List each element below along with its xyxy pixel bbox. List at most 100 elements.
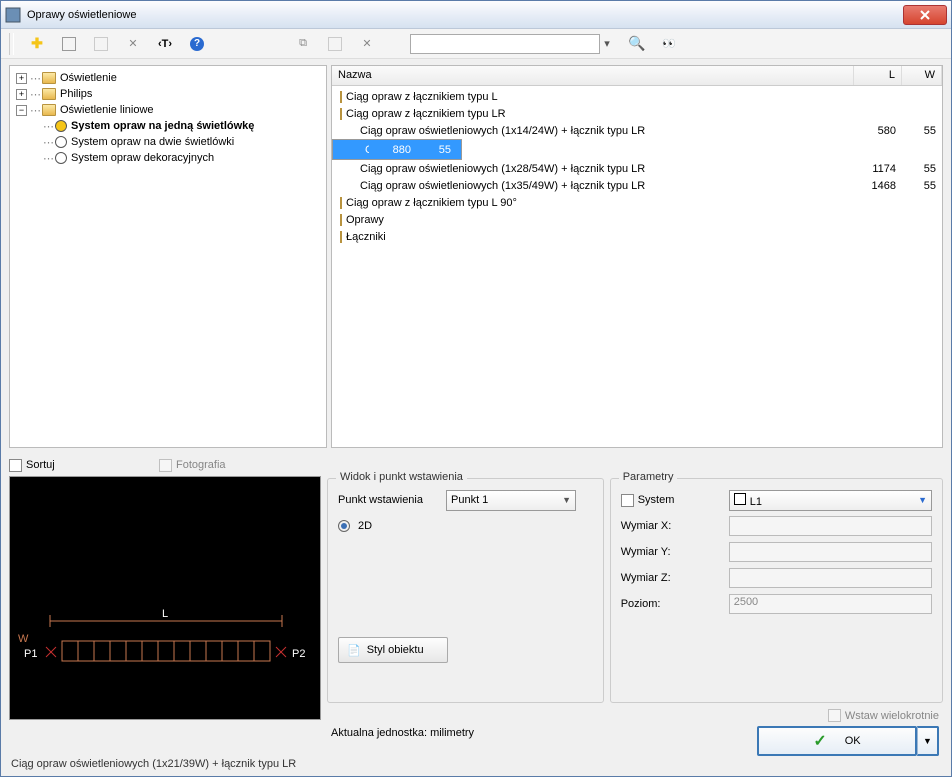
close-button[interactable]	[903, 5, 947, 25]
svg-text:L: L	[162, 608, 168, 620]
list-row[interactable]: Ciąg opraw z łącznikiem typu L	[332, 88, 942, 105]
list-body[interactable]: Ciąg opraw z łącznikiem typu L Ciąg opraw…	[332, 86, 942, 447]
properties-icon	[62, 37, 76, 51]
status-bar: Ciąg opraw oświetleniowych (1x21/39W) + …	[1, 756, 951, 776]
row-name: Ciąg opraw z łącznikiem typu LR	[346, 108, 506, 120]
list-row[interactable]: Ciąg opraw z łącznikiem typu L 90°	[332, 194, 942, 211]
list-row[interactable]: Ciąg opraw oświetleniowych (1x35/49W) + …	[332, 177, 942, 194]
copy-button[interactable]: ⧉	[294, 35, 312, 53]
fotografia-label: Fotografia	[176, 459, 226, 471]
wymiar-y-label: Wymiar Y:	[621, 546, 721, 558]
tree-label: System opraw na dwie świetlówki	[71, 136, 234, 148]
collapse-icon[interactable]: −	[16, 105, 27, 116]
search-button[interactable]: 🔍	[628, 35, 646, 53]
delete-button[interactable]: ✕	[358, 35, 376, 53]
list-row[interactable]: Ciąg opraw oświetleniowych (1x14/24W) + …	[332, 122, 942, 139]
list-row[interactable]: Ciąg opraw oświetleniowych (1x21/39W) + …	[332, 139, 462, 160]
wymiar-y-input	[729, 542, 932, 562]
params-group: Parametry System L1▼ Wymiar X: Wymiar Y:…	[610, 478, 943, 703]
tree-node-dwie[interactable]: ⋯System opraw na dwie świetlówki	[12, 134, 324, 150]
wymiar-x-label: Wymiar X:	[621, 520, 721, 532]
list-row[interactable]: Łączniki	[332, 228, 942, 245]
folder-icon	[42, 72, 56, 84]
list-row[interactable]: Ciąg opraw z łącznikiem typu LR	[332, 105, 942, 122]
folder-icon	[340, 91, 342, 103]
row-name: Ciąg opraw oświetleniowych (1x14/24W) + …	[360, 125, 645, 137]
ok-label: OK	[845, 735, 861, 747]
list-header: Nazwa L W	[332, 66, 942, 86]
folder-icon	[340, 108, 342, 120]
folder-icon	[42, 88, 56, 100]
wstaw-checkbox[interactable]: Wstaw wielokrotnie	[828, 709, 939, 722]
tree-node-dekor[interactable]: ⋯System opraw dekoracyjnych	[12, 150, 324, 166]
ok-dropdown[interactable]: ▼	[917, 726, 939, 756]
close-icon	[920, 10, 930, 20]
col-l[interactable]: L	[854, 66, 902, 85]
row-w: 55	[417, 144, 457, 156]
search-input[interactable]	[410, 34, 600, 54]
wrench-icon: ✕	[128, 37, 137, 50]
system-checkbox[interactable]: System	[621, 494, 721, 507]
toolbar-separator	[9, 33, 14, 55]
bulb-icon	[55, 152, 67, 164]
fotografia-checkbox[interactable]: Fotografia	[159, 459, 226, 472]
row-w: 55	[902, 180, 942, 192]
radio-2d-label: 2D	[358, 520, 372, 532]
folder-icon	[340, 231, 342, 243]
add-button[interactable]: ✚	[28, 35, 46, 53]
folder-icon	[340, 197, 342, 209]
ok-button[interactable]: ✓OK	[757, 726, 917, 756]
toolbar-btn-8[interactable]	[326, 35, 344, 53]
find-next-button[interactable]: 👀	[660, 35, 678, 53]
folder-icon	[340, 214, 342, 226]
punkt-select[interactable]: Punkt 1▼	[446, 490, 576, 511]
checkbox-icon	[9, 459, 22, 472]
tree-node-philips[interactable]: +⋯Philips	[12, 86, 324, 102]
system-select[interactable]: L1▼	[729, 490, 932, 511]
svg-text:P1: P1	[24, 648, 37, 660]
sortuj-checkbox[interactable]: Sortuj	[9, 459, 159, 472]
sortuj-label: Sortuj	[26, 459, 55, 471]
toolbar: ✚ ✕ ‹T› ? ⧉ ✕ ▾ 🔍 👀	[1, 29, 951, 59]
tree-node-jedna[interactable]: ⋯System opraw na jedną świetlówkę	[12, 118, 324, 134]
list-icon	[94, 37, 108, 51]
category-tree[interactable]: +⋯Oświetlenie +⋯Philips −⋯Oświetlenie li…	[9, 65, 327, 448]
row-name: Łączniki	[346, 231, 386, 243]
preview-drawing: P1 P2 L W	[10, 477, 322, 721]
list-row[interactable]: Oprawy	[332, 211, 942, 228]
checkbox-icon	[621, 494, 634, 507]
row-l: 880	[369, 144, 417, 156]
wymiar-z-input	[729, 568, 932, 588]
col-w[interactable]: W	[902, 66, 942, 85]
text-button[interactable]: ‹T›	[156, 35, 174, 53]
wstaw-label: Wstaw wielokrotnie	[845, 710, 939, 722]
view-group: Widok i punkt wstawienia Punkt wstawieni…	[327, 478, 604, 703]
titlebar: Oprawy oświetleniowe	[1, 1, 951, 29]
tools-button[interactable]: ✕	[124, 35, 142, 53]
styl-obiektu-button[interactable]: 📄 Styl obiektu	[338, 637, 448, 663]
binoculars-icon: 👀	[662, 37, 676, 50]
params-group-title: Parametry	[619, 471, 678, 483]
properties-button[interactable]	[60, 35, 78, 53]
expand-icon[interactable]: +	[16, 73, 27, 84]
chevron-down-icon: ▼	[562, 495, 571, 505]
search-dropdown[interactable]: ▾	[600, 37, 614, 50]
radio-dot-icon	[341, 523, 347, 529]
copy-icon: ⧉	[299, 37, 307, 50]
row-w: 55	[902, 125, 942, 137]
toolbar-btn-3[interactable]	[92, 35, 110, 53]
row-l: 1468	[854, 180, 902, 192]
delete-icon: ✕	[362, 37, 371, 50]
tree-node-liniowe[interactable]: −⋯Oświetlenie liniowe	[12, 102, 324, 118]
svg-text:P2: P2	[292, 648, 305, 660]
help-icon: ?	[190, 37, 204, 51]
list-row[interactable]: Ciąg opraw oświetleniowych (1x28/54W) + …	[332, 160, 942, 177]
col-name[interactable]: Nazwa	[332, 66, 854, 85]
radio-2d[interactable]	[338, 520, 350, 532]
system-label: System	[638, 494, 675, 506]
bulb-icon	[55, 136, 67, 148]
folder-open-icon	[42, 104, 56, 116]
tree-node-oswietlenie[interactable]: +⋯Oświetlenie	[12, 70, 324, 86]
help-button[interactable]: ?	[188, 35, 206, 53]
expand-icon[interactable]: +	[16, 89, 27, 100]
